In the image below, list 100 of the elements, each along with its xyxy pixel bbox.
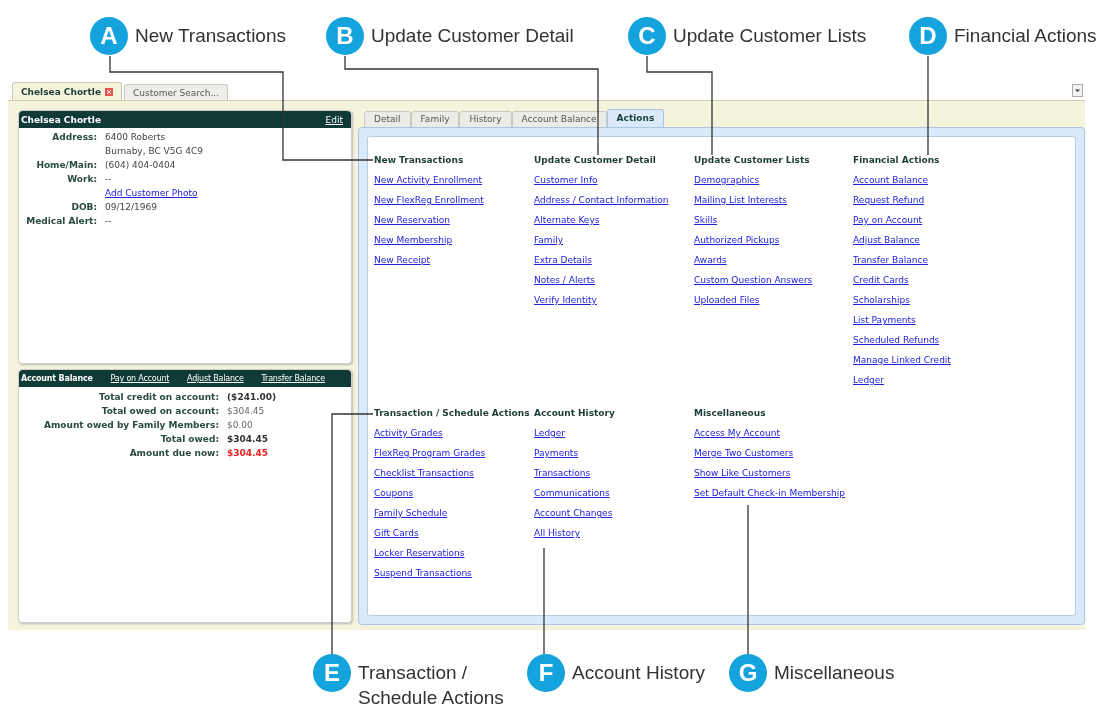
action-link[interactable]: Request Refund	[853, 195, 925, 205]
action-link[interactable]: Coupons	[374, 488, 414, 498]
action-link[interactable]: New Activity Enrollment	[374, 175, 482, 185]
action-link[interactable]: Checklist Transactions	[374, 468, 474, 478]
action-link[interactable]: All History	[534, 528, 581, 538]
detail-tab[interactable]: Family	[410, 111, 460, 127]
callout-label: Miscellaneous	[774, 661, 896, 685]
action-link[interactable]: Extra Details	[534, 255, 592, 265]
action-link[interactable]: Credit Cards	[853, 275, 909, 285]
action-link[interactable]: Awards	[694, 255, 727, 265]
dropdown-button[interactable]	[1072, 84, 1083, 97]
action-link[interactable]: Pay on Account	[853, 215, 923, 225]
action-link[interactable]: Activity Grades	[374, 428, 443, 438]
action-link[interactable]: Show Like Customers	[694, 468, 791, 478]
balance-label: Total owed:	[159, 434, 219, 445]
action-link[interactable]: Family Schedule	[374, 508, 448, 518]
action-link[interactable]: Scholarships	[853, 295, 910, 305]
callout-badge: E	[313, 654, 351, 692]
section-heading: Miscellaneous	[694, 408, 766, 418]
field-value: 09/12/1969	[105, 202, 158, 213]
field-label: Medical Alert:	[25, 216, 97, 227]
action-link[interactable]: Manage Linked Credit	[853, 355, 951, 365]
edit-link[interactable]: Edit	[325, 114, 343, 125]
balance-value: $304.45	[227, 448, 269, 459]
balance-label: Amount owed by Family Members:	[42, 420, 219, 431]
action-link[interactable]: New Reservation	[374, 215, 450, 225]
balance-value: $304.45	[227, 434, 269, 445]
action-link[interactable]: Access My Account	[694, 428, 780, 438]
action-link[interactable]: Uploaded Files	[694, 295, 760, 305]
action-link[interactable]: Transactions	[534, 468, 591, 478]
action-link[interactable]: Adjust Balance	[853, 235, 920, 245]
balance-label: Total owed on account:	[100, 406, 219, 417]
balance-label: Amount due now:	[128, 448, 219, 459]
detail-tab[interactable]: History	[459, 111, 512, 127]
action-link[interactable]: Alternate Keys	[534, 215, 600, 225]
section-heading: Update Customer Detail	[534, 155, 656, 165]
action-link[interactable]: Suspend Transactions	[374, 568, 472, 578]
callout-badge: D	[909, 17, 947, 55]
detail-tab[interactable]: Actions	[606, 109, 665, 127]
section-heading: New Transactions	[374, 155, 464, 165]
field-value: (604) 404-0404	[105, 160, 177, 171]
action-link[interactable]: Notes / Alerts	[534, 275, 595, 285]
callout-label: Account History	[572, 661, 707, 685]
callout-label: Financial Actions	[954, 24, 1097, 48]
field-value: 6400 Roberts	[105, 132, 167, 143]
balance-value: $0.00	[227, 420, 254, 431]
add-photo-link[interactable]: Add Customer Photo	[105, 188, 203, 199]
card-title: Account Balance	[21, 374, 93, 383]
customer-tab[interactable]: Chelsea Chortle	[12, 82, 122, 100]
header-link[interactable]: Transfer Balance	[261, 374, 325, 383]
field-label: DOB:	[70, 202, 97, 213]
detail-tab[interactable]: Account Balance	[511, 111, 607, 127]
field-label: Home/Main:	[35, 160, 97, 171]
callout-label: New Transactions	[135, 24, 286, 48]
callout-badge: F	[527, 654, 565, 692]
action-link[interactable]: New Membership	[374, 235, 453, 245]
balance-label: Total credit on account:	[98, 392, 219, 403]
field-label: Work:	[66, 174, 97, 185]
close-icon[interactable]	[105, 87, 113, 96]
action-link[interactable]: Merge Two Customers	[694, 448, 794, 458]
section-heading: Financial Actions	[853, 155, 940, 165]
action-link[interactable]: Address / Contact Information	[534, 195, 669, 205]
header-link[interactable]: Adjust Balance	[187, 374, 244, 383]
action-link[interactable]: Skills	[694, 215, 718, 225]
action-link[interactable]: Customer Info	[534, 175, 598, 185]
action-link[interactable]: Scheduled Refunds	[853, 335, 940, 345]
action-link[interactable]: Ledger	[534, 428, 566, 438]
action-link[interactable]: Mailing List Interests	[694, 195, 788, 205]
action-link[interactable]: Ledger	[853, 375, 885, 385]
callout-badge: B	[326, 17, 364, 55]
field-value: Burnaby, BC V5G 4C9	[105, 146, 203, 157]
action-link[interactable]: Gift Cards	[374, 528, 419, 538]
action-link[interactable]: Set Default Check-in Membership	[694, 488, 845, 498]
action-link[interactable]: List Payments	[853, 315, 916, 325]
action-link[interactable]: Payments	[534, 448, 579, 458]
detail-tab[interactable]: Detail	[364, 111, 411, 127]
action-link[interactable]: New FlexReg Enrollment	[374, 195, 484, 205]
action-link[interactable]: New Receipt	[374, 255, 431, 265]
section-heading: Account History	[534, 408, 615, 418]
action-link[interactable]: Demographics	[694, 175, 760, 185]
callout-label: Update Customer Lists	[673, 24, 867, 48]
action-link[interactable]: Account Changes	[534, 508, 613, 518]
action-link[interactable]: Family	[534, 235, 563, 245]
action-link[interactable]: Transfer Balance	[853, 255, 928, 265]
action-link[interactable]: Account Balance	[853, 175, 929, 185]
action-link[interactable]: Locker Reservations	[374, 548, 465, 558]
header-link[interactable]: Pay on Account	[110, 374, 170, 383]
action-link[interactable]: FlexReg Program Grades	[374, 448, 486, 458]
field-label: Address:	[51, 132, 97, 143]
balance-value: ($241.00)	[227, 392, 277, 403]
customer-tab[interactable]: Customer Search...	[124, 84, 229, 100]
balance-value: $304.45	[227, 406, 266, 417]
action-link[interactable]: Authorized Pickups	[694, 235, 780, 245]
section-heading: Transaction / Schedule Actions	[374, 408, 530, 418]
action-link[interactable]: Communications	[534, 488, 610, 498]
callout-badge: G	[729, 654, 767, 692]
callout-badge: A	[90, 17, 128, 55]
field-value: --	[105, 216, 113, 227]
action-link[interactable]: Verify Identity	[534, 295, 597, 305]
action-link[interactable]: Custom Question Answers	[694, 275, 813, 285]
